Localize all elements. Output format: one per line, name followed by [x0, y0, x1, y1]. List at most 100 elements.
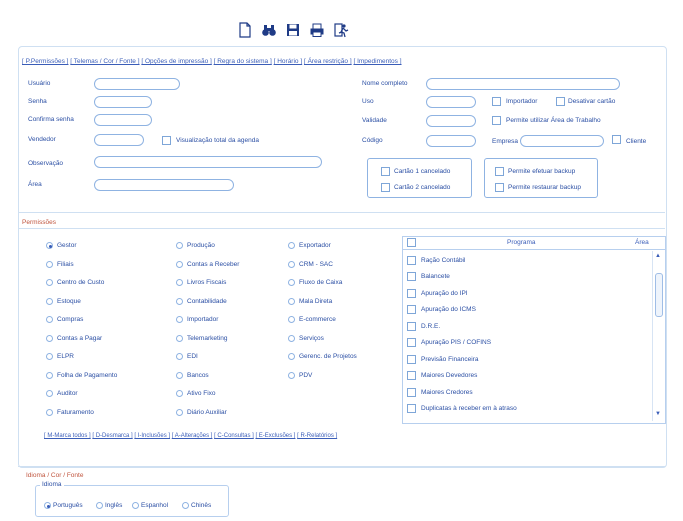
radio-icon[interactable]: [176, 316, 183, 323]
permissao-col3-1[interactable]: CRM - SAC: [288, 260, 333, 268]
permissao-col3-6[interactable]: Gerenc. de Projetos: [288, 353, 357, 360]
permissao-col3-7[interactable]: PDV: [288, 371, 312, 379]
restaurar-checkbox[interactable]: [495, 183, 504, 192]
idioma-option-2[interactable]: Espanhol: [132, 502, 168, 509]
cliente-checkbox[interactable]: [612, 135, 621, 144]
permissao-col3-0[interactable]: Exportador: [288, 242, 331, 249]
scroll-thumb[interactable]: [655, 273, 663, 317]
radio-icon[interactable]: [46, 260, 53, 268]
radio-icon[interactable]: [176, 260, 183, 268]
programa-checkbox[interactable]: [407, 354, 416, 364]
permissao-col1-5[interactable]: Contas a Pagar: [46, 334, 102, 342]
new-document-icon[interactable]: [236, 21, 254, 39]
usuario-input[interactable]: [94, 78, 180, 90]
permissao-col1-4[interactable]: Compras: [46, 316, 83, 323]
radio-icon[interactable]: [176, 279, 183, 286]
exclusoes-link[interactable]: [ E-Exclusões ]: [255, 433, 295, 439]
scroll-up-icon[interactable]: ▲: [655, 253, 661, 259]
radio-icon[interactable]: [46, 353, 53, 360]
permissao-col1-0[interactable]: Gestor: [46, 242, 77, 249]
permissao-col1-8[interactable]: Auditor: [46, 390, 78, 397]
tab-temas[interactable]: [ Telemas / Cor / Fonte ]: [70, 58, 139, 65]
permissao-col2-8[interactable]: Ativo Fixo: [176, 390, 216, 397]
programa-checkbox[interactable]: [407, 371, 416, 380]
permissao-col2-9[interactable]: Diário Auxiliar: [176, 408, 227, 416]
select-all-checkbox[interactable]: [407, 238, 416, 247]
radio-icon[interactable]: [288, 316, 295, 323]
scroll-down-icon[interactable]: ▼: [655, 411, 661, 417]
radio-icon[interactable]: [44, 502, 51, 509]
print-icon[interactable]: [308, 21, 326, 39]
programa-row[interactable]: Ração Contábil: [407, 253, 647, 267]
relatorios-link[interactable]: [ R-Relatórios ]: [297, 433, 337, 439]
exit-icon[interactable]: [332, 21, 350, 39]
radio-icon[interactable]: [288, 297, 295, 305]
radio-icon[interactable]: [132, 502, 139, 509]
programa-row[interactable]: Previsão Financeira: [407, 352, 647, 366]
importador-checkbox[interactable]: [492, 97, 501, 106]
tab-impedimentos[interactable]: [ Impedimentos ]: [353, 58, 401, 65]
radio-icon[interactable]: [288, 353, 295, 360]
permissao-col3-3[interactable]: Mala Direta: [288, 297, 332, 305]
radio-icon[interactable]: [182, 502, 189, 509]
area-input[interactable]: [94, 179, 234, 191]
tab-impressao[interactable]: [ Opções de impressão ]: [141, 58, 211, 65]
validade-input[interactable]: [426, 115, 476, 127]
radio-icon[interactable]: [46, 408, 53, 416]
vendedor-input[interactable]: [94, 134, 144, 146]
permissao-col3-2[interactable]: Fluxo de Caixa: [288, 279, 342, 286]
permissao-col2-7[interactable]: Bancos: [176, 371, 209, 379]
radio-icon[interactable]: [176, 390, 183, 397]
programa-row[interactable]: Maiores Devedores: [407, 369, 647, 383]
backup-checkbox[interactable]: [495, 167, 504, 176]
codigo-input[interactable]: [426, 135, 476, 147]
permissao-col3-4[interactable]: E-commerce: [288, 316, 336, 323]
uso-input[interactable]: [426, 96, 476, 108]
permissao-col2-1[interactable]: Contas a Receber: [176, 260, 239, 268]
nome-completo-input[interactable]: [426, 78, 620, 90]
radio-icon[interactable]: [46, 334, 53, 342]
permissao-col1-6[interactable]: ELPR: [46, 353, 74, 360]
radio-icon[interactable]: [176, 371, 183, 379]
save-icon[interactable]: [284, 21, 302, 39]
visualizacao-checkbox[interactable]: [162, 136, 171, 145]
radio-icon[interactable]: [288, 371, 295, 379]
tab-area-restricao[interactable]: [ Área restrição ]: [304, 58, 352, 65]
permissao-col2-4[interactable]: Importador: [176, 316, 218, 323]
programa-checkbox[interactable]: [407, 288, 416, 298]
idioma-option-1[interactable]: Inglês: [96, 502, 122, 509]
binoculars-icon[interactable]: [260, 21, 278, 39]
programa-checkbox[interactable]: [407, 272, 416, 281]
desativar-cartao-checkbox[interactable]: [556, 97, 565, 106]
programa-row[interactable]: D.R.E.: [407, 319, 647, 333]
marca-todos-link[interactable]: [ M-Marca todos ]: [44, 433, 91, 439]
radio-icon[interactable]: [288, 260, 295, 268]
radio-icon[interactable]: [46, 316, 53, 323]
alteracoes-link[interactable]: [ A-Alterações ]: [172, 433, 213, 439]
tab-permissoes[interactable]: [ P.Permissões ]: [22, 58, 68, 65]
radio-icon[interactable]: [46, 242, 53, 249]
radio-icon[interactable]: [176, 334, 183, 342]
radio-icon[interactable]: [46, 371, 53, 379]
programa-row[interactable]: Duplicatas à receber em à atraso: [407, 402, 647, 416]
idioma-option-0[interactable]: Português: [44, 502, 83, 509]
permissao-col1-2[interactable]: Centro de Custo: [46, 279, 104, 286]
programa-row[interactable]: Balancete: [407, 270, 647, 284]
radio-icon[interactable]: [288, 279, 295, 286]
radio-icon[interactable]: [176, 408, 183, 416]
tab-horario[interactable]: [ Horário ]: [274, 58, 303, 65]
permissao-col2-3[interactable]: Contabilidade: [176, 297, 227, 305]
idioma-option-3[interactable]: Chinês: [182, 502, 211, 509]
permissao-col2-5[interactable]: Telemarketing: [176, 334, 227, 342]
desmarca-link[interactable]: [ D-Desmarca ]: [92, 433, 132, 439]
observacao-input[interactable]: [94, 156, 322, 168]
permissao-col3-5[interactable]: Serviços: [288, 334, 324, 342]
programa-row[interactable]: Maiores Credores: [407, 385, 647, 399]
programa-row[interactable]: Apuração do IPI: [407, 286, 647, 300]
radio-icon[interactable]: [288, 334, 295, 342]
tab-regra[interactable]: [ Regra do sistema ]: [214, 58, 272, 65]
programa-checkbox[interactable]: [407, 255, 416, 265]
radio-icon[interactable]: [288, 242, 295, 249]
programa-checkbox[interactable]: [407, 321, 416, 331]
radio-icon[interactable]: [176, 297, 183, 305]
